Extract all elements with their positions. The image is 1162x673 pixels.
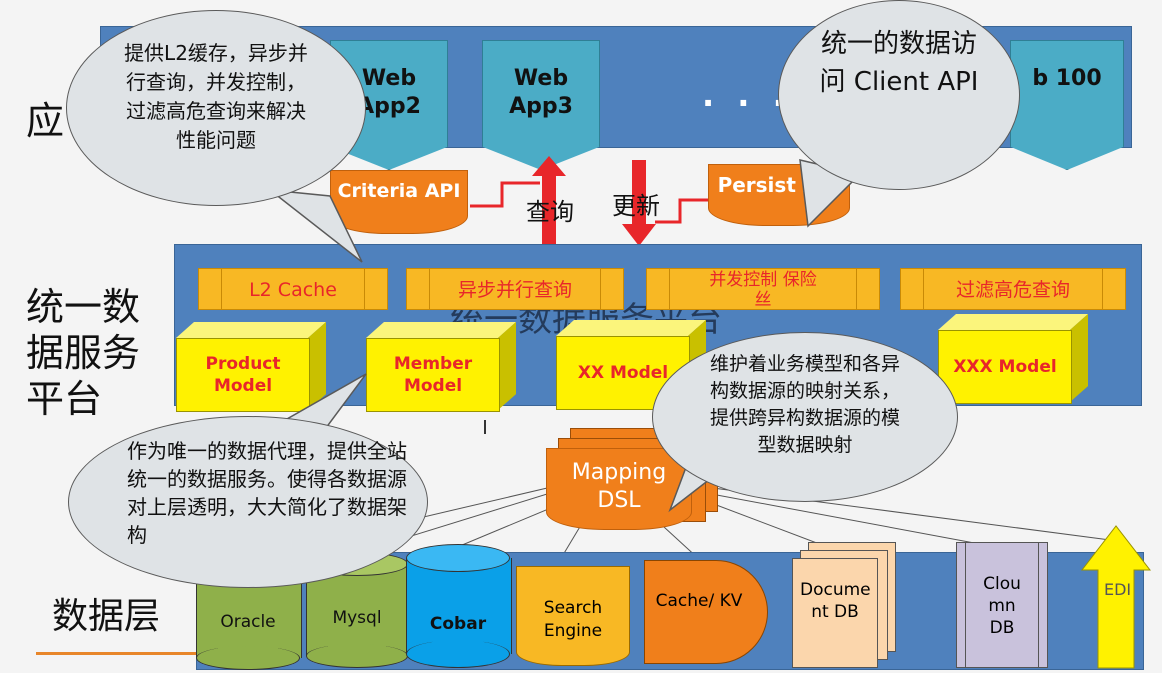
text-cursor-icon (484, 420, 486, 434)
bubble-client-api: 统一的数据访问 Client API (778, 0, 1020, 190)
bubble-model-mapping: 维护着业务模型和各异构数据源的映射关系，提供跨异构数据源的模型数据映射 (652, 332, 958, 502)
tail-top-left (267, 188, 363, 263)
bubble-data-proxy: 作为唯一的数据代理，提供全站统一的数据服务。使得各数据源对上层透明，大大简化了数… (68, 416, 428, 588)
bubble-performance: 提供L2缓存，异步并行查询，并发控制，过滤高危查询来解决性能问题 (66, 10, 366, 206)
